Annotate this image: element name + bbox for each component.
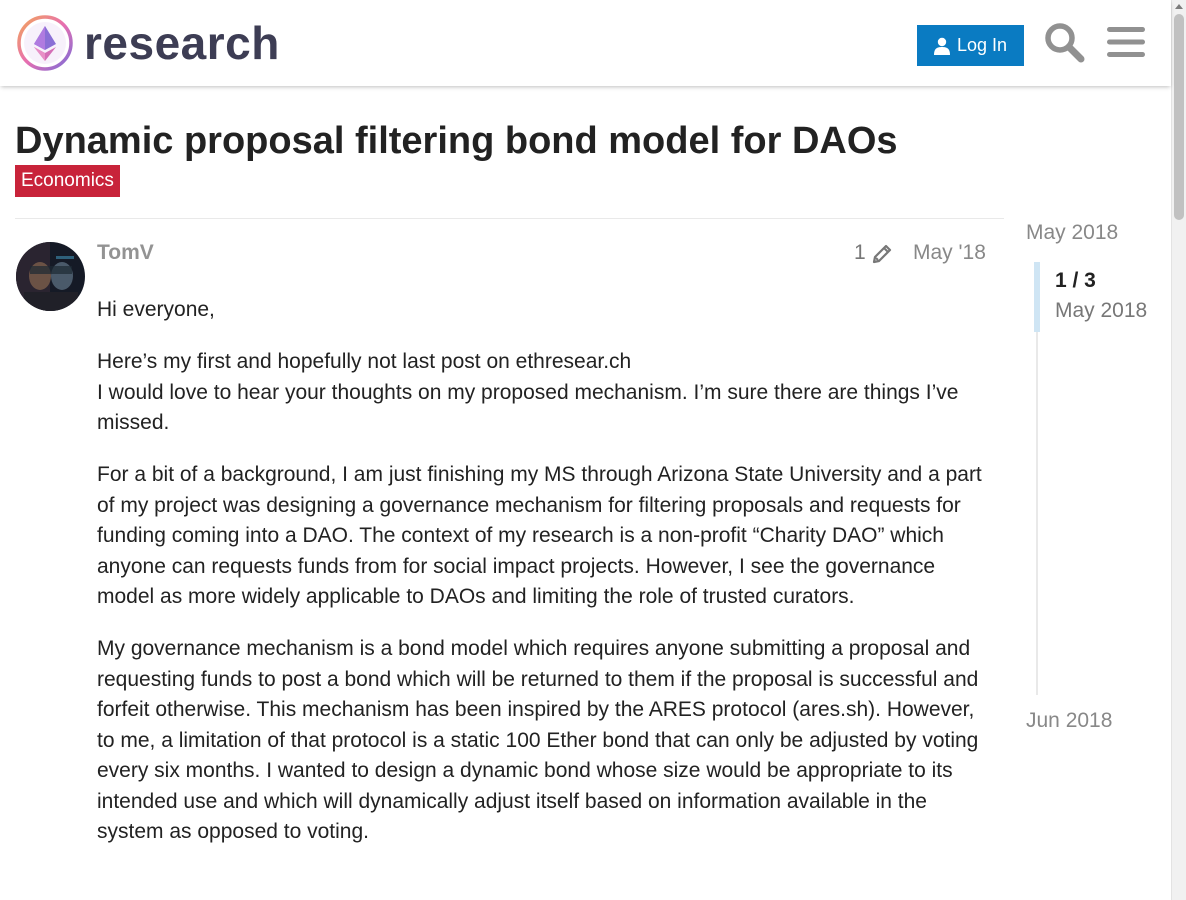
timeline-current-date: May 2018 xyxy=(1055,299,1148,322)
scrollbar-thumb[interactable] xyxy=(1174,14,1184,220)
edit-count: 1 xyxy=(854,241,866,264)
hamburger-menu-icon[interactable] xyxy=(1105,21,1147,63)
login-button[interactable]: Log In xyxy=(917,25,1024,66)
page-scrollbar[interactable] xyxy=(1171,0,1186,900)
avatar[interactable] xyxy=(16,242,85,311)
login-label: Log In xyxy=(956,35,1008,55)
edit-history[interactable]: 1 xyxy=(854,240,894,266)
post-paragraph: For a bit of a background, I am just fin… xyxy=(97,463,982,608)
site-logo[interactable]: research xyxy=(16,14,280,72)
user-icon xyxy=(933,37,950,55)
scroll-up-arrow-icon[interactable] xyxy=(1175,4,1183,9)
ethereum-logo-icon xyxy=(17,15,73,71)
topic-title[interactable]: Dynamic proposal filtering bond model fo… xyxy=(15,118,898,164)
post-paragraph: My governance mechanism is a bond model … xyxy=(97,637,979,843)
pencil-icon xyxy=(872,244,891,264)
post-date[interactable]: May '18 xyxy=(913,240,986,266)
timeline-start-date[interactable]: May 2018 xyxy=(1026,220,1118,246)
post-paragraph: Here’s my first and hopefully not last p… xyxy=(97,347,987,439)
timeline-position: 1 / 3 xyxy=(1055,269,1096,292)
site-header: research Log In xyxy=(0,0,1171,86)
avatar-image xyxy=(16,242,85,311)
search-icon[interactable] xyxy=(1043,21,1085,63)
site-name: research xyxy=(84,17,280,69)
timeline-end-date[interactable]: Jun 2018 xyxy=(1026,708,1112,734)
post-body: Hi everyone, Here’s my first and hopeful… xyxy=(97,295,987,869)
post-author[interactable]: TomV xyxy=(97,240,154,266)
post-paragraph: Hi everyone, xyxy=(97,298,215,321)
post-paragraph-text: Here’s my first and hopefully not last p… xyxy=(97,350,959,434)
timeline-handle[interactable] xyxy=(1034,262,1040,332)
title-divider xyxy=(15,218,1004,219)
category-badge[interactable]: Economics xyxy=(15,165,120,197)
